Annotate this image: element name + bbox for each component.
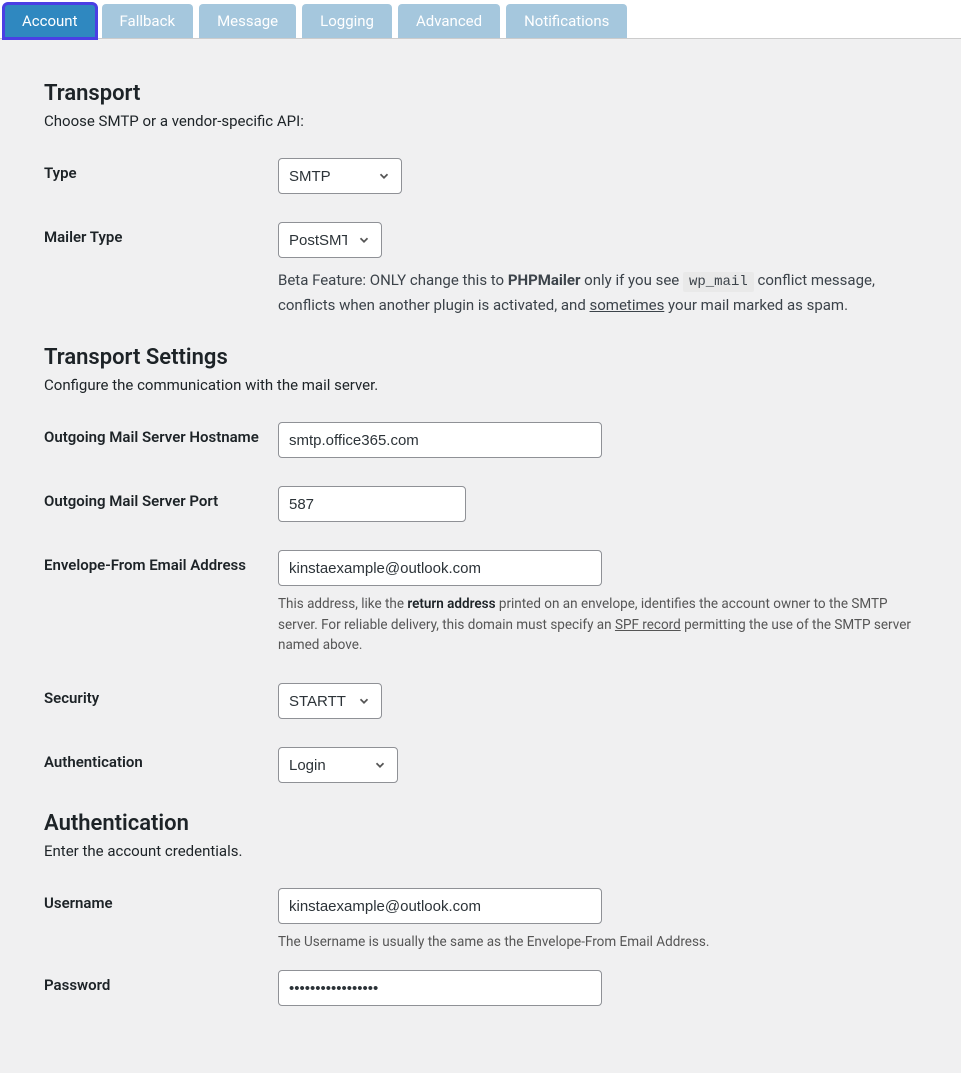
tab-advanced[interactable]: Advanced — [398, 4, 500, 38]
host-label: Outgoing Mail Server Hostname — [44, 422, 278, 446]
settings-heading: Transport Settings — [44, 345, 916, 370]
username-label: Username — [44, 888, 278, 912]
type-label: Type — [44, 158, 278, 182]
envelope-label: Envelope-From Email Address — [44, 550, 278, 574]
mailer-help: Beta Feature: ONLY change this to PHPMai… — [278, 268, 916, 317]
envelope-help: This address, like the return address pr… — [278, 594, 916, 655]
password-input[interactable] — [278, 970, 602, 1006]
tab-logging[interactable]: Logging — [302, 4, 392, 38]
authentication-label: Authentication — [44, 747, 278, 771]
security-label: Security — [44, 683, 278, 707]
password-label: Password — [44, 970, 278, 994]
port-label: Outgoing Mail Server Port — [44, 486, 278, 510]
auth-heading: Authentication — [44, 811, 916, 836]
host-input[interactable] — [278, 422, 602, 458]
port-input[interactable] — [278, 486, 466, 522]
mailer-type-select[interactable]: PostSMTP — [278, 222, 382, 258]
tab-fallback[interactable]: Fallback — [102, 4, 194, 38]
transport-desc: Choose SMTP or a vendor-specific API: — [44, 112, 916, 130]
username-input[interactable] — [278, 888, 602, 924]
transport-heading: Transport — [44, 81, 916, 106]
security-select[interactable]: STARTTLS — [278, 683, 382, 719]
type-select[interactable]: SMTP — [278, 158, 402, 194]
auth-desc: Enter the account credentials. — [44, 842, 916, 860]
authentication-select[interactable]: Login — [278, 747, 398, 783]
settings-desc: Configure the communication with the mai… — [44, 376, 916, 394]
tab-account[interactable]: Account — [4, 4, 96, 38]
tab-message[interactable]: Message — [199, 4, 296, 38]
tab-notifications[interactable]: Notifications — [506, 4, 627, 38]
username-help: The Username is usually the same as the … — [278, 932, 916, 952]
mailer-type-label: Mailer Type — [44, 222, 278, 246]
tab-bar: Account Fallback Message Logging Advance… — [0, 0, 961, 39]
envelope-input[interactable] — [278, 550, 602, 586]
